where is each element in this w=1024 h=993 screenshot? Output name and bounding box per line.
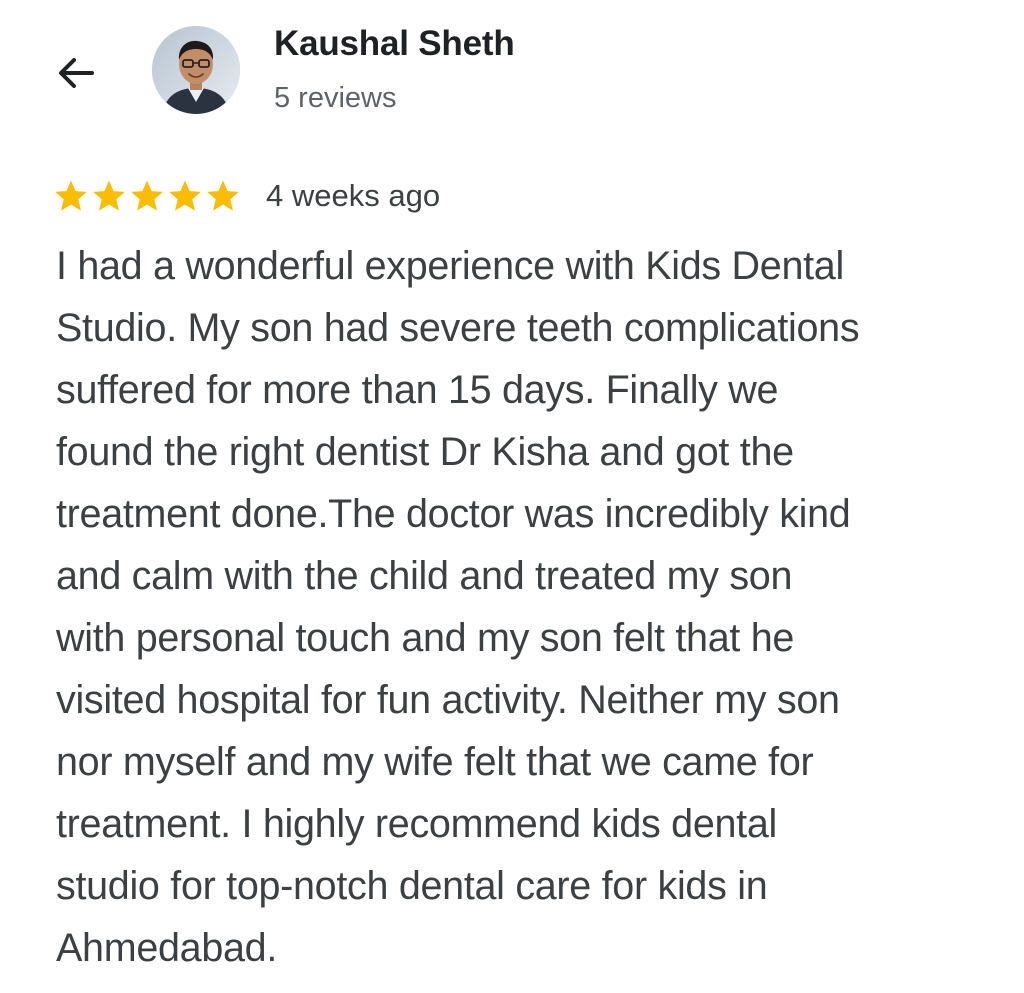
review-text-line: nor myself and my wife felt that we came… <box>56 740 814 784</box>
review-text: I had a wonderful experience with Kids D… <box>56 235 996 979</box>
review-text-line: and calm with the child and treated my s… <box>56 554 793 598</box>
review-text-line: suffered for more than 15 days. Finally … <box>56 368 779 412</box>
arrow-left-icon <box>59 58 94 88</box>
review-text-line: with personal touch and my son felt that… <box>56 616 795 660</box>
star-icon <box>207 180 239 211</box>
review-text-line: Ahmedabad. <box>56 926 278 970</box>
review-text-line: Studio. My son had severe teeth complica… <box>56 306 860 350</box>
profile-photo <box>152 26 240 114</box>
review-text-line: visited hospital for fun activity. Neith… <box>56 678 840 722</box>
star-icon <box>131 180 163 211</box>
review-text-line: treatment. I highly recommend kids denta… <box>56 802 777 846</box>
star-icon <box>93 180 125 211</box>
review-time: 4 weeks ago <box>266 178 441 213</box>
review-text-line: found the right dentist Dr Kisha and got… <box>56 430 794 474</box>
review-header: Kaushal Sheth 5 reviews <box>0 0 1024 150</box>
avatar[interactable] <box>152 26 240 114</box>
reviews-count: 5 reviews <box>274 82 397 114</box>
star-icon <box>169 180 201 211</box>
review-text-line: studio for top-notch dental care for kid… <box>56 864 768 908</box>
star-icon <box>55 180 87 211</box>
reviewer-name[interactable]: Kaushal Sheth <box>274 24 515 64</box>
review-text-line: treatment done.The doctor was incredibly… <box>56 492 851 536</box>
rating-row: 4 weeks ago <box>52 172 440 220</box>
review-text-line: I had a wonderful experience with Kids D… <box>56 244 844 288</box>
back-button[interactable] <box>48 45 104 101</box>
star-rating <box>52 177 242 215</box>
